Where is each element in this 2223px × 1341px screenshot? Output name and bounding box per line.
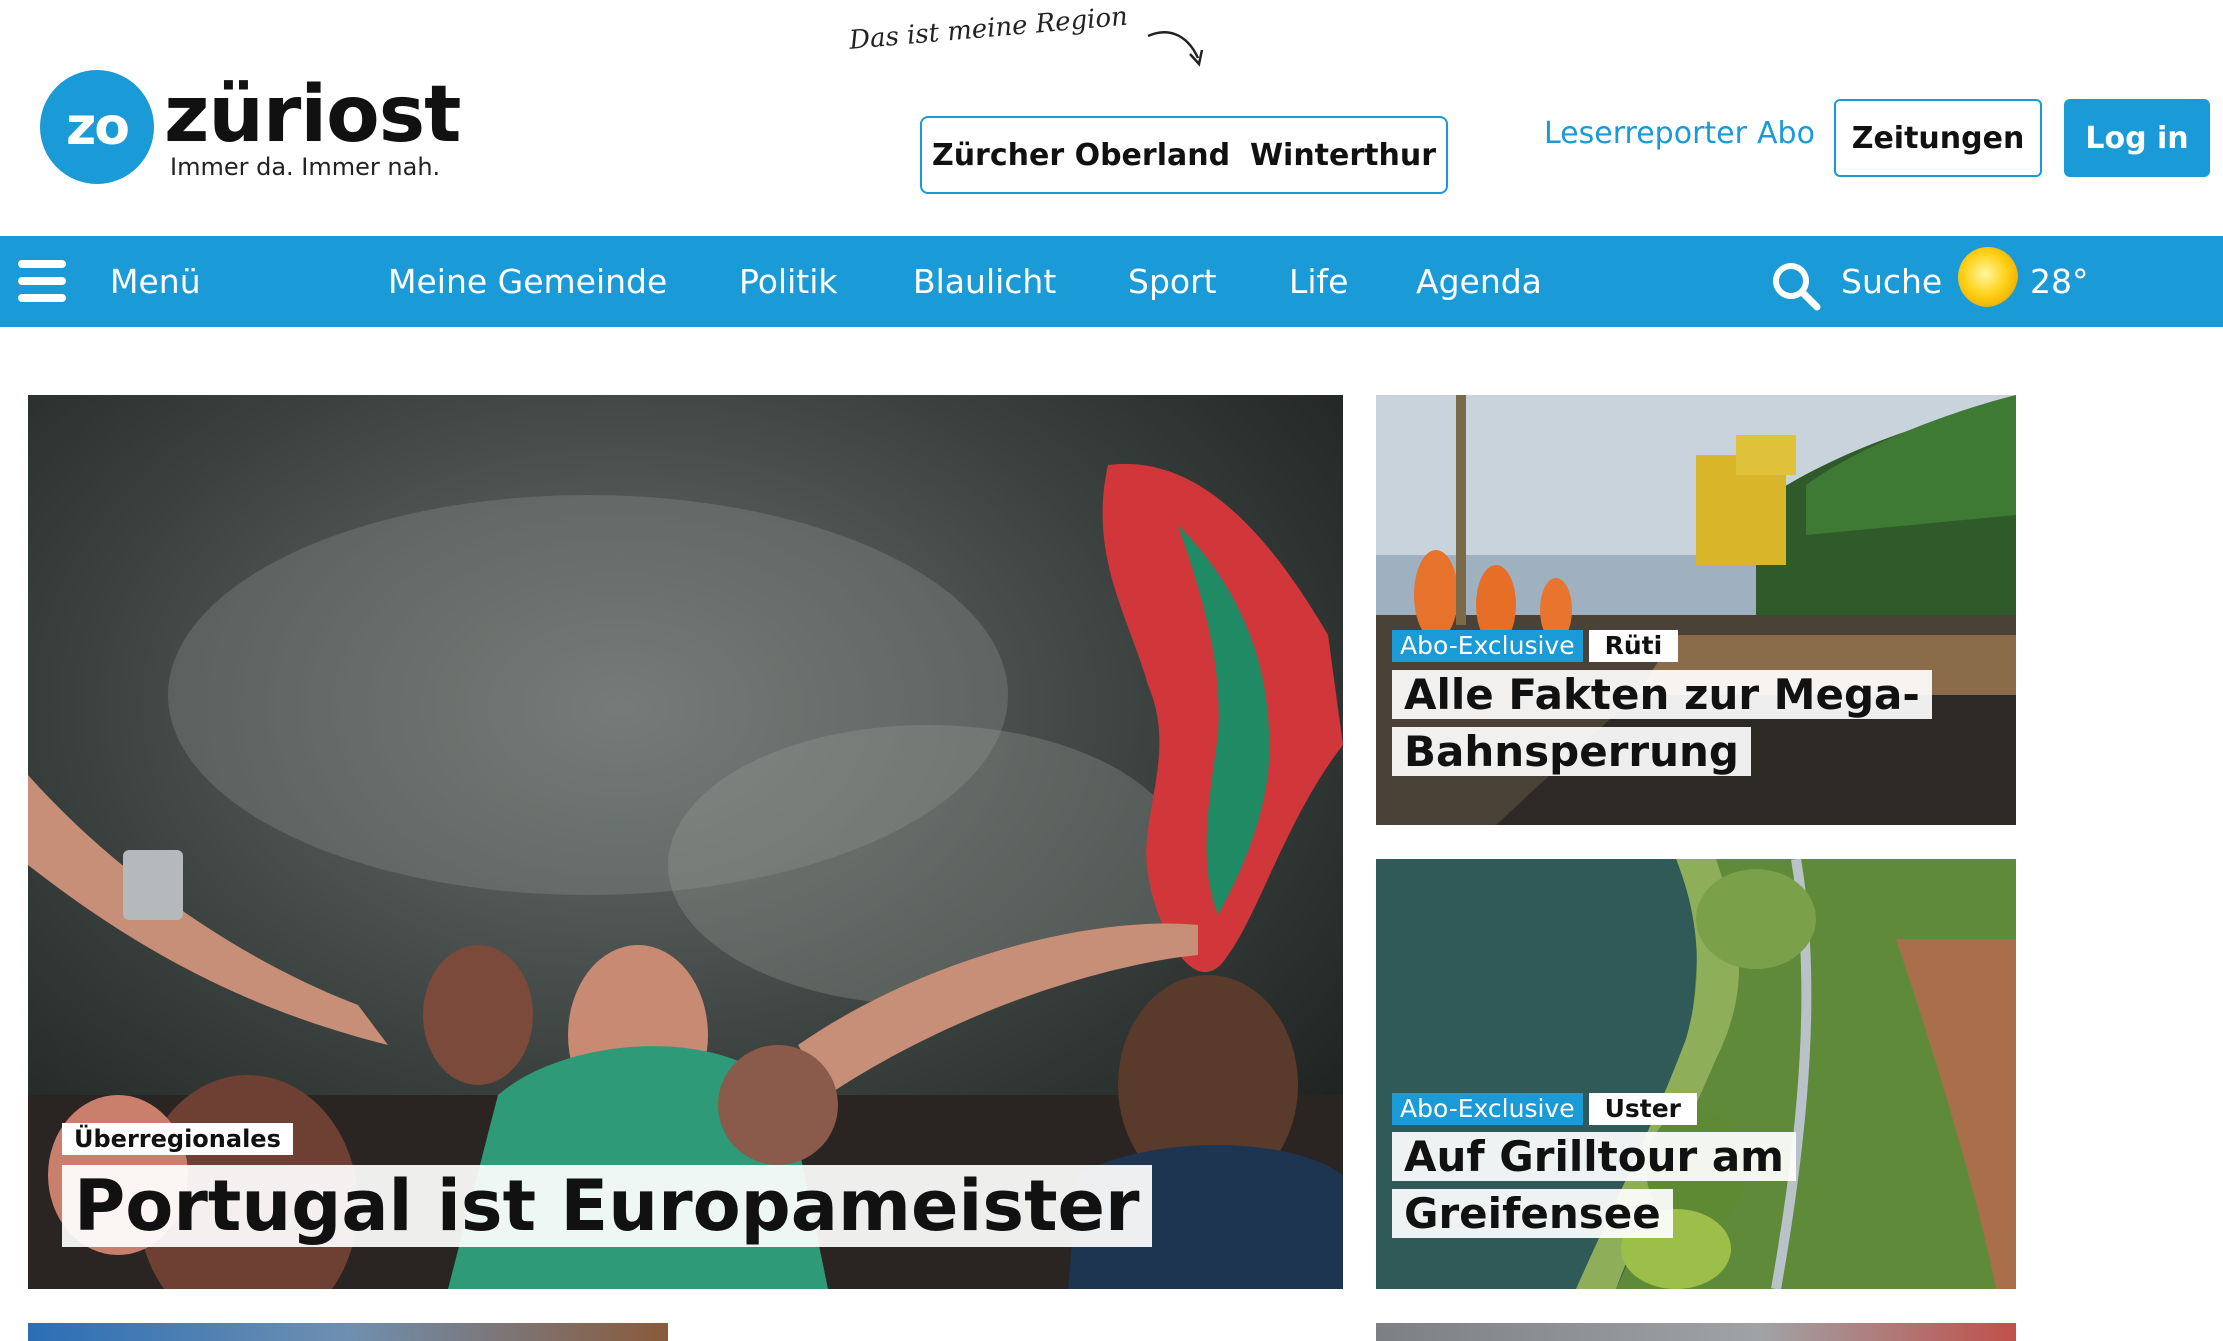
main-nav: Menü Meine Gemeinde Politik Blaulicht Sp… [0, 236, 2223, 327]
next-article-2-peek[interactable] [1376, 1323, 2016, 1341]
logo-mark: zo [40, 70, 154, 184]
weather-temperature[interactable]: 28° [2030, 236, 2089, 327]
menu-button[interactable]: Menü [110, 236, 201, 327]
abo-link[interactable]: Abo [1757, 116, 1815, 151]
search-label[interactable]: Suche [1841, 236, 1942, 327]
nav-item-meine-gemeinde[interactable]: Meine Gemeinde [388, 236, 667, 327]
nav-item-life[interactable]: Life [1289, 236, 1348, 327]
lead-article-kicker: Überregionales [62, 1123, 293, 1155]
search-icon[interactable] [1770, 260, 1822, 312]
region-note: Das ist meine Region [848, 1, 1129, 56]
logo-text: züriost Immer da. Immer nah. [164, 70, 461, 181]
side-article-1-title[interactable]: Alle Fakten zur Mega-Bahnsperrung [1392, 667, 1932, 780]
nav-item-agenda[interactable]: Agenda [1416, 236, 1542, 327]
nav-item-sport[interactable]: Sport [1128, 236, 1217, 327]
lead-article-title[interactable]: Portugal ist Europameister [62, 1159, 1262, 1254]
side-article-2[interactable]: Abo-Exclusive Uster Auf Grilltour am Gre… [1376, 859, 2016, 1289]
region-switcher: Zürcher Oberland Winterthur [920, 116, 1448, 194]
curved-arrow-icon [1147, 31, 1204, 67]
region-link-winterthur[interactable]: Winterthur [1250, 138, 1436, 173]
next-article-1-peek[interactable] [28, 1323, 668, 1341]
location-tag: Uster [1588, 1093, 1698, 1125]
lead-article-title-text: Portugal ist Europameister [62, 1165, 1152, 1247]
nav-item-politik[interactable]: Politik [739, 236, 837, 327]
leserreporter-link[interactable]: Leserreporter [1544, 116, 1747, 151]
hamburger-icon[interactable] [18, 260, 66, 304]
logo-tagline: Immer da. Immer nah. [170, 153, 441, 181]
side-article-2-title-text: Auf Grilltour am Greifensee [1392, 1132, 1796, 1238]
location-tag: Rüti [1588, 630, 1679, 662]
sun-icon [1958, 247, 2018, 307]
abo-exclusive-badge: Abo-Exclusive [1392, 630, 1583, 662]
side-article-1-kickers: Abo-Exclusive Rüti [1392, 630, 1679, 662]
side-article-2-title[interactable]: Auf Grilltour am Greifensee [1392, 1129, 1992, 1242]
lead-article[interactable]: Überregionales Portugal ist Europameiste… [28, 395, 1343, 1289]
side-article-2-kickers: Abo-Exclusive Uster [1392, 1093, 1698, 1125]
site-logo[interactable]: zo züriost Immer da. Immer nah. [40, 70, 461, 184]
region-link-zuercher-oberland[interactable]: Zürcher Oberland [932, 138, 1230, 173]
zeitungen-button[interactable]: Zeitungen [1834, 99, 2042, 177]
site-header: zo züriost Immer da. Immer nah. Das ist … [0, 0, 2223, 236]
logo-name: züriost [164, 70, 461, 160]
side-article-1[interactable]: Abo-Exclusive Rüti Alle Fakten zur Mega-… [1376, 395, 2016, 825]
abo-exclusive-badge: Abo-Exclusive [1392, 1093, 1583, 1125]
side-article-1-title-text: Alle Fakten zur Mega-Bahnsperrung [1392, 670, 1932, 776]
login-button[interactable]: Log in [2064, 99, 2210, 177]
nav-item-blaulicht[interactable]: Blaulicht [913, 236, 1056, 327]
